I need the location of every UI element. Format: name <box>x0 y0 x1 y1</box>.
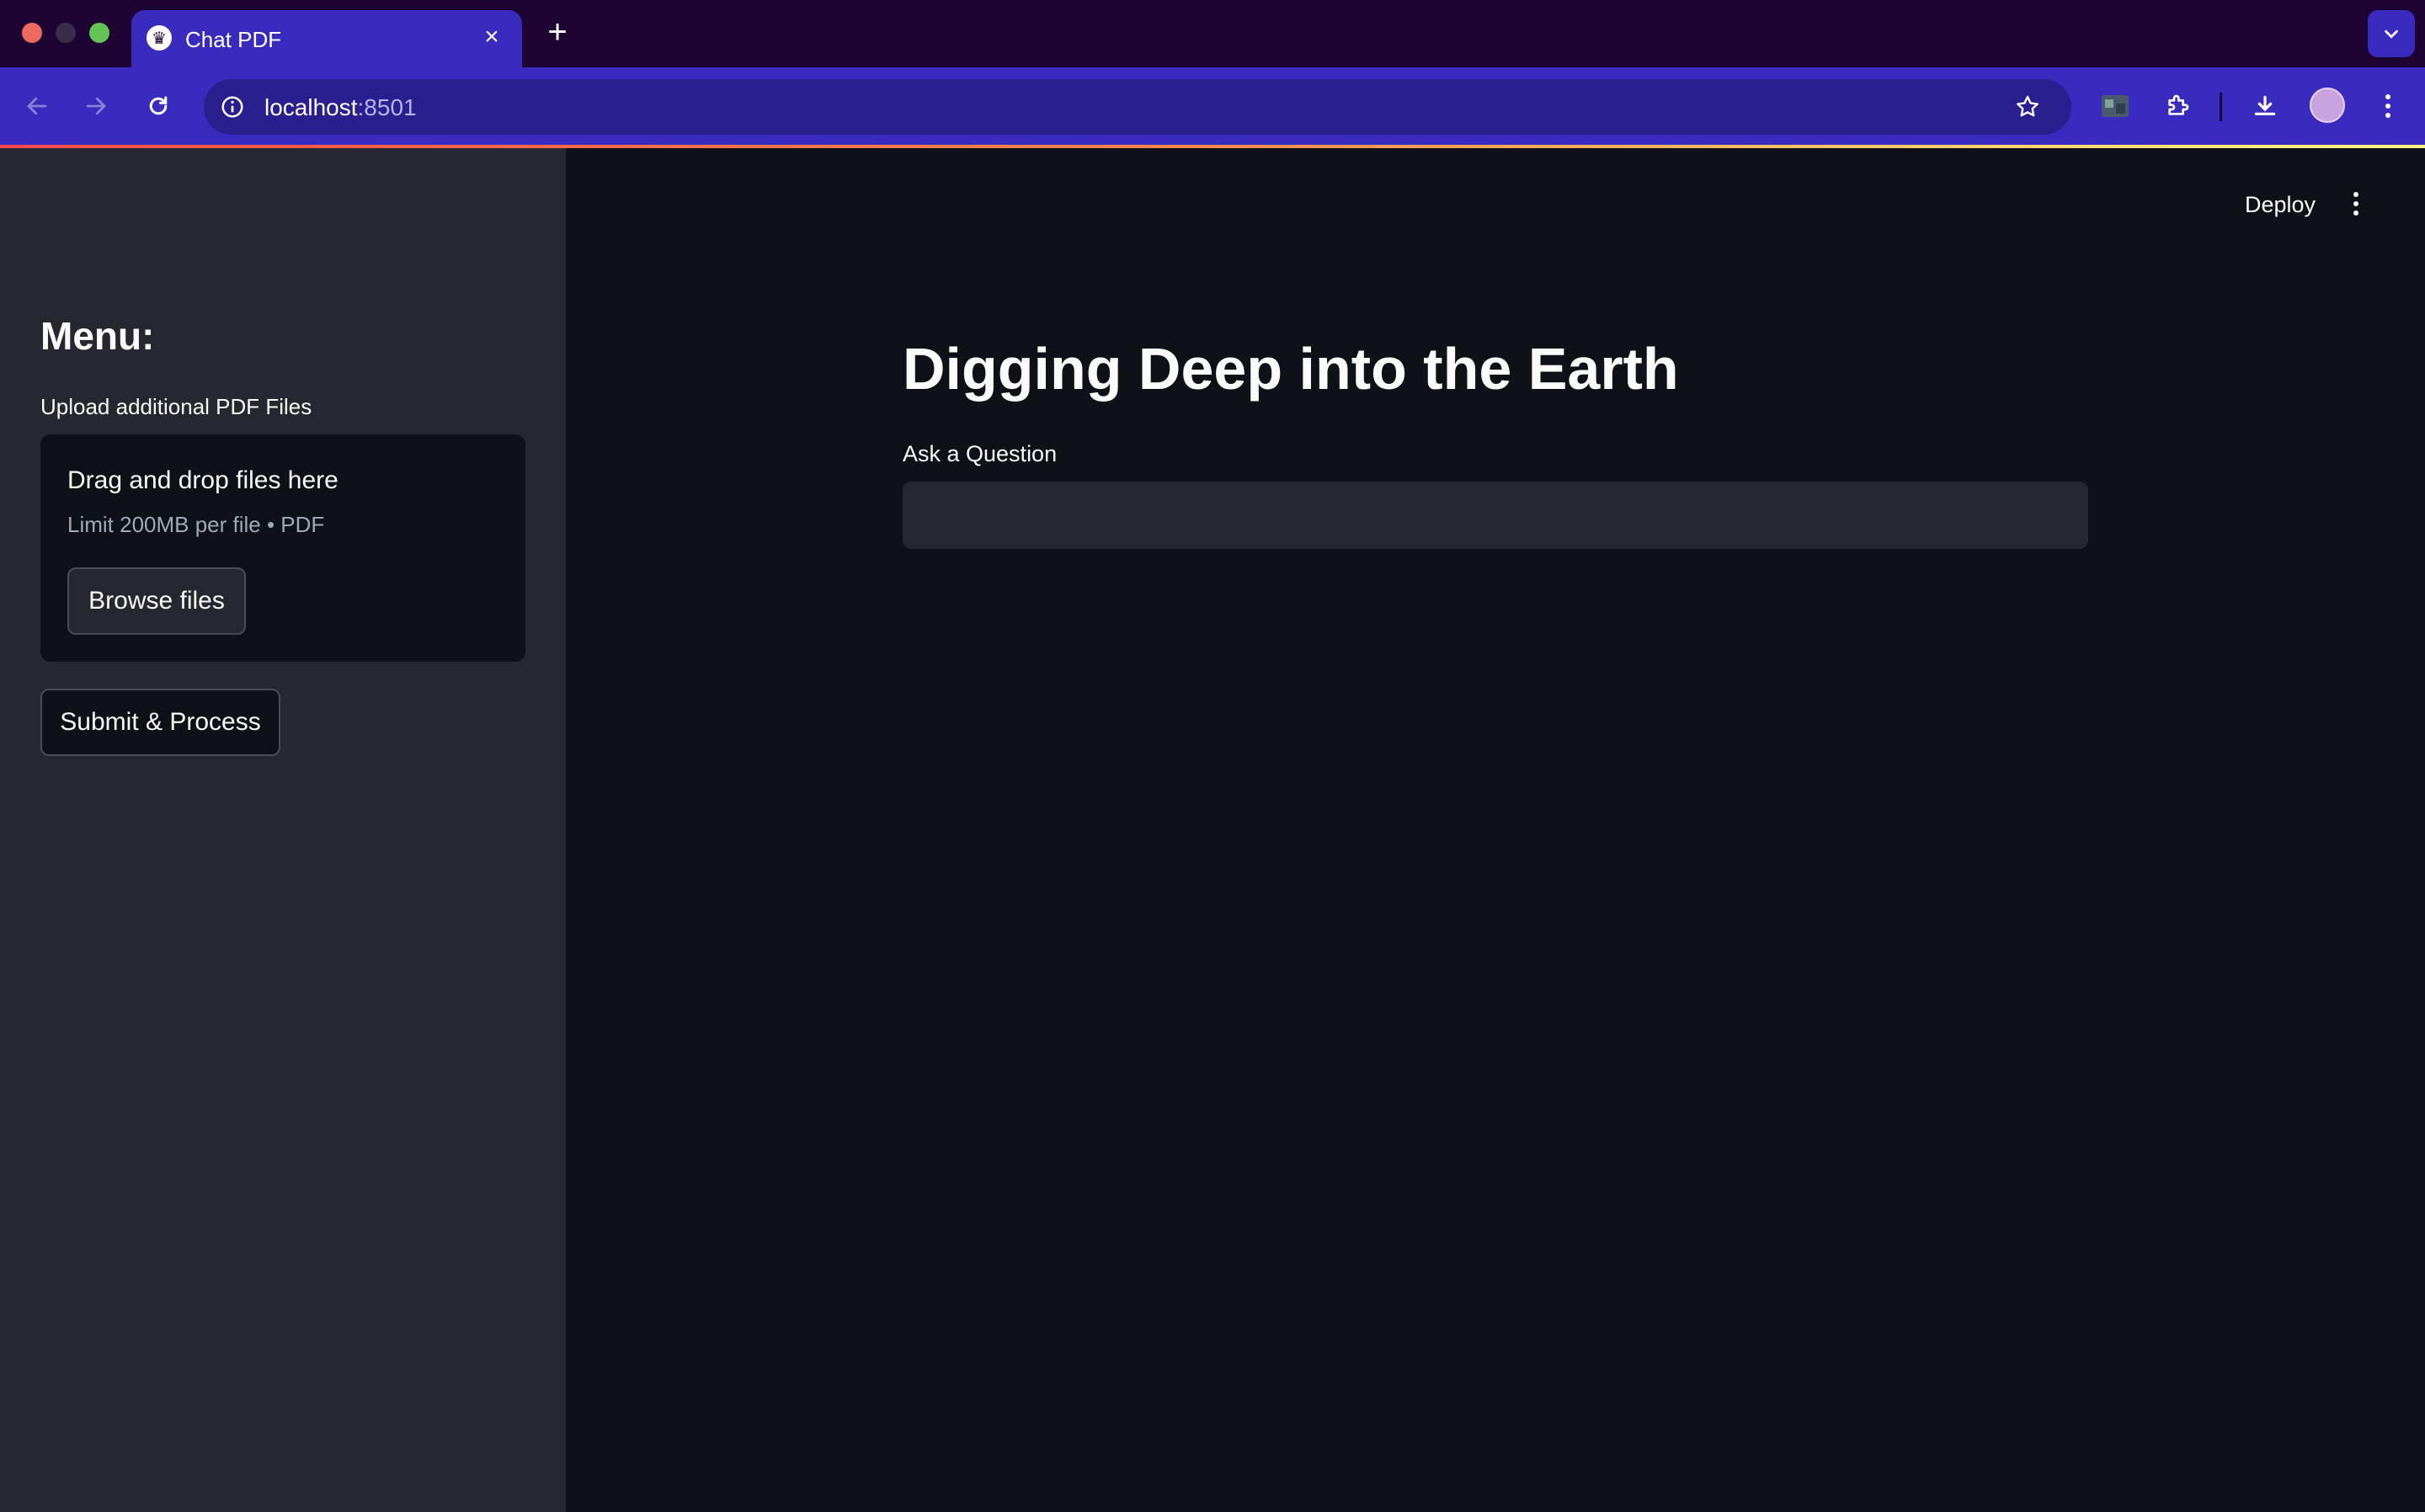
main-content: Deploy Digging Deep into the Earth Ask a… <box>566 148 2425 1512</box>
dropzone-title: Drag and drop files here <box>67 466 338 494</box>
download-icon[interactable] <box>2245 86 2285 126</box>
close-tab-icon[interactable]: × <box>477 22 507 52</box>
back-arrow-icon[interactable] <box>17 86 57 126</box>
chrome-menu-kebab-icon[interactable] <box>2368 86 2408 126</box>
file-uploader-label: Upload additional PDF Files <box>40 394 312 419</box>
address-bar[interactable]: localhost:8501 <box>204 79 2071 135</box>
deploy-button[interactable]: Deploy <box>2245 192 2316 218</box>
question-label: Ask a Question <box>903 441 1058 466</box>
minimize-window-button[interactable] <box>56 23 76 43</box>
browser-tab-chat-pdf[interactable]: ♛ Chat PDF × <box>131 10 522 67</box>
page-title: Digging Deep into the Earth <box>903 336 1679 402</box>
sidebar: Menu: Upload additional PDF Files Drag a… <box>0 148 566 1512</box>
url-text: localhost:8501 <box>264 94 417 120</box>
site-info-icon[interactable] <box>214 88 251 125</box>
extensions-puzzle-icon[interactable] <box>2157 86 2198 126</box>
submit-process-button[interactable]: Submit & Process <box>40 689 280 756</box>
browser-toolbar: localhost:8501 <box>0 67 2425 145</box>
extension-app-icon[interactable] <box>2095 86 2135 126</box>
browse-files-button[interactable]: Browse files <box>67 567 246 635</box>
tab-title: Chat PDF <box>185 27 282 52</box>
crown-icon: ♛ <box>147 25 172 51</box>
reload-icon[interactable] <box>138 86 179 126</box>
profile-avatar[interactable] <box>2310 88 2345 123</box>
forward-arrow-icon[interactable] <box>76 86 116 126</box>
question-input[interactable] <box>903 482 2088 549</box>
sidebar-heading: Menu: <box>40 314 155 358</box>
dropzone-limit-text: Limit 200MB per file • PDF <box>67 512 325 537</box>
tab-search-chevron-icon[interactable] <box>2368 10 2415 57</box>
close-window-button[interactable] <box>22 23 42 43</box>
main-menu-kebab-icon[interactable] <box>2337 185 2374 222</box>
file-dropzone[interactable]: Drag and drop files here Limit 200MB per… <box>40 434 525 662</box>
toolbar-divider <box>2220 93 2222 121</box>
maximize-window-button[interactable] <box>89 23 109 43</box>
new-tab-plus-icon[interactable]: + <box>539 13 576 51</box>
bookmark-star-icon[interactable] <box>2009 88 2046 125</box>
browser-tab-bar: ♛ Chat PDF × + <box>0 0 2425 67</box>
